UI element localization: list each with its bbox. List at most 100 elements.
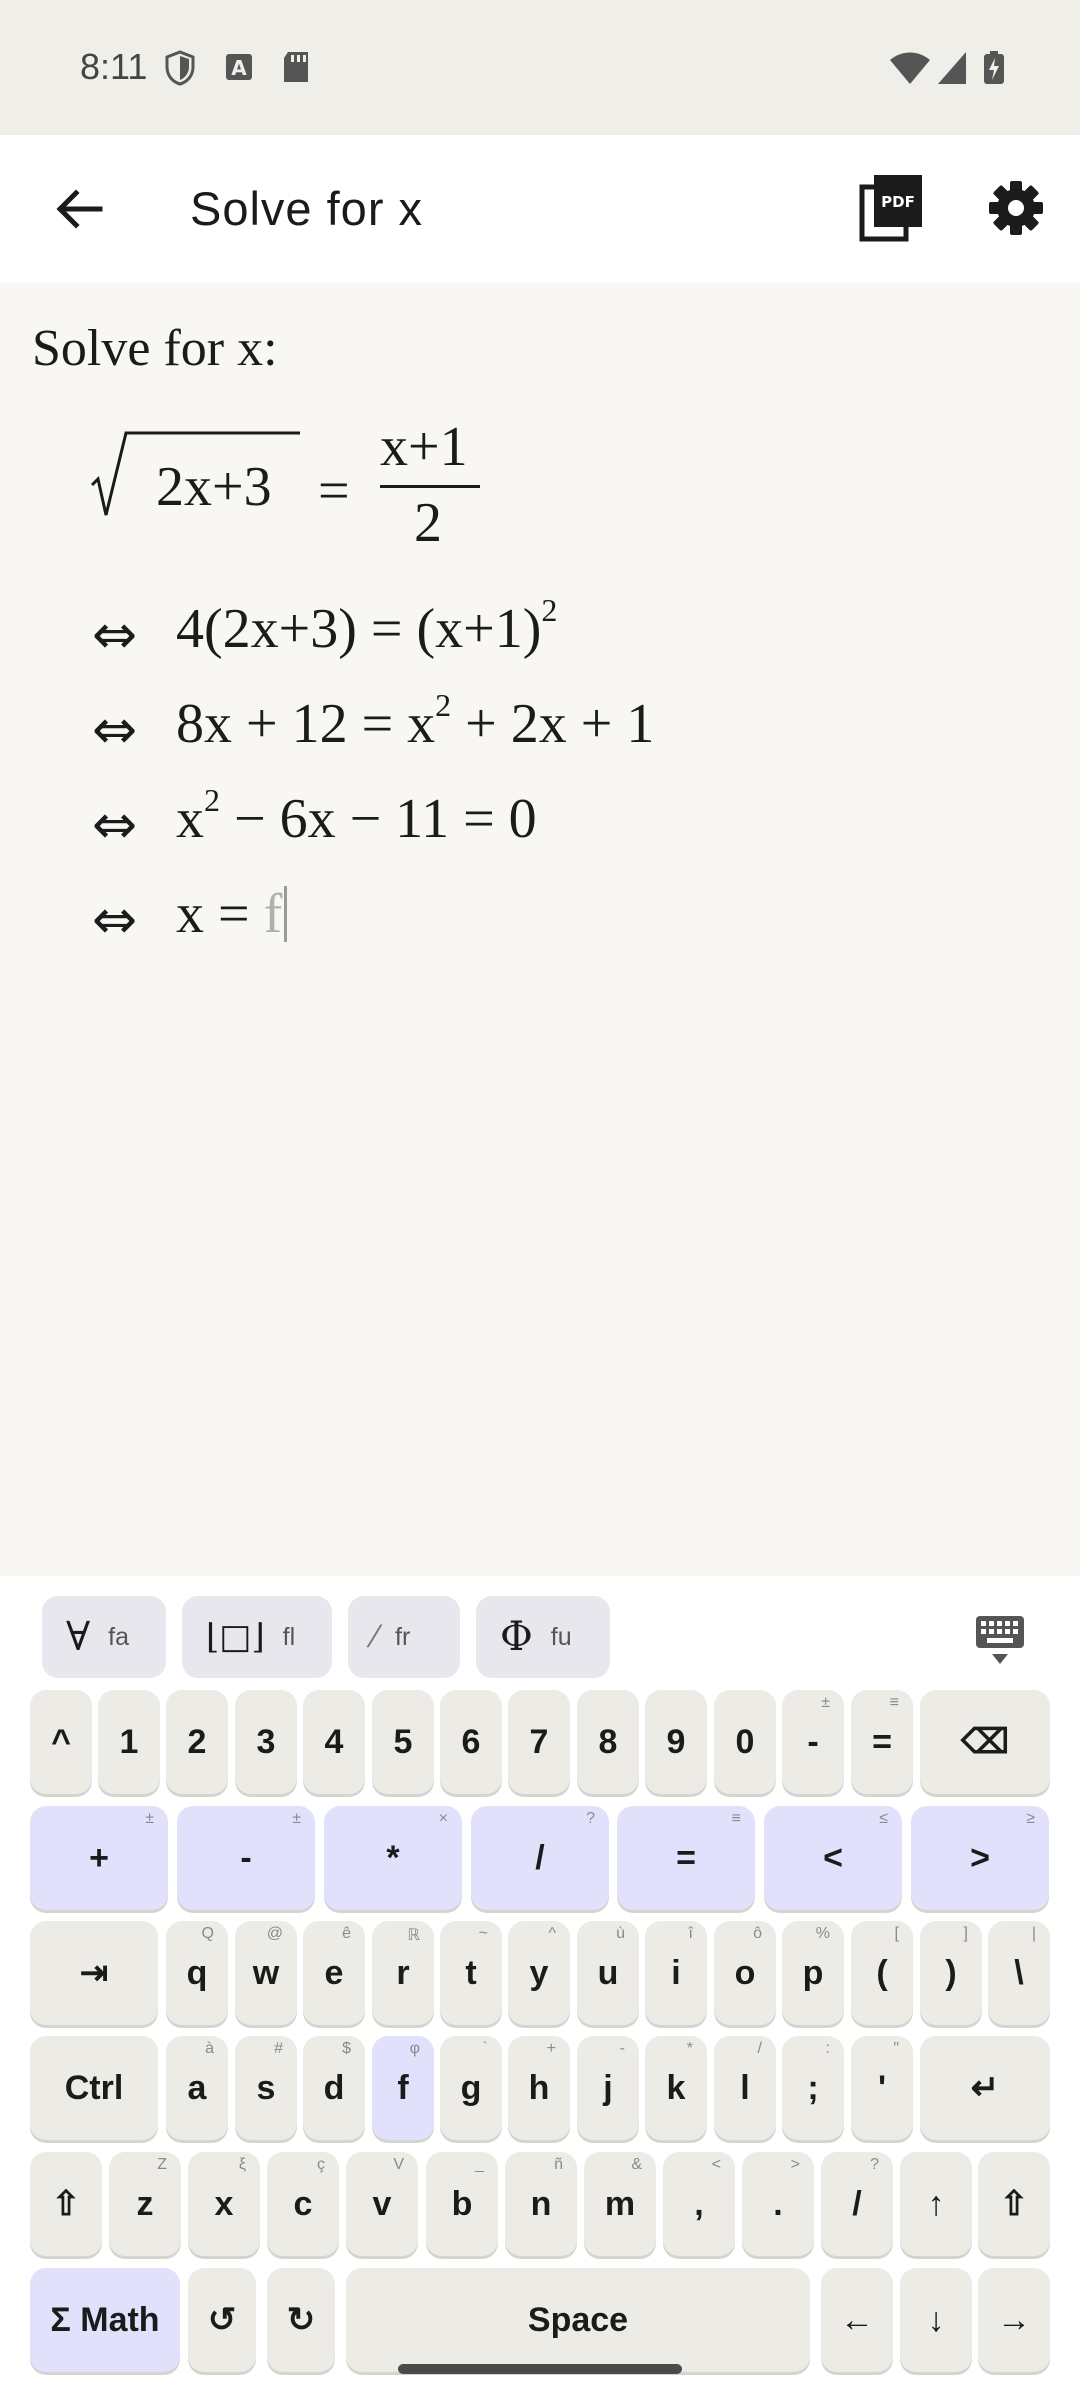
suggestion-function[interactable]: Φ fu <box>476 1596 610 1678</box>
key-row4-3[interactable]: d $ <box>303 2036 365 2140</box>
iff-symbol: ⇔ <box>92 888 138 951</box>
key-hint: ± <box>145 1810 154 1827</box>
undo-key[interactable]: ↺ <box>188 2268 256 2372</box>
back-button[interactable] <box>40 169 120 249</box>
key-row3-6[interactable]: y ^ <box>508 1921 570 2025</box>
key-row2-6[interactable]: > ≥ <box>911 1806 1049 1910</box>
shift-key[interactable]: ⇧ <box>30 2152 102 2256</box>
key-hint: > <box>790 2156 800 2173</box>
key-row3-12[interactable]: )] <box>920 1921 982 2025</box>
wifi-icon <box>890 52 930 84</box>
key-row4-2[interactable]: s # <box>235 2036 297 2140</box>
key-row2-0[interactable]: + ± <box>30 1806 168 1910</box>
key-row5-1[interactable]: zZ <box>109 2152 181 2256</box>
key-row1-2[interactable]: 2 <box>166 1690 228 1794</box>
key-label: l <box>740 2068 750 2107</box>
key-hint: ô <box>753 1925 762 1942</box>
key-row5-5[interactable]: b _ <box>426 2152 498 2256</box>
equation-line-5[interactable]: x = f <box>176 882 288 946</box>
math-editor[interactable]: Solve for x: 2x+3 = x+1 2 ⇔ 4(2x+3) = (x… <box>0 283 1080 1576</box>
arrow-up-key[interactable]: ↑ <box>900 2152 972 2256</box>
math-keyboard: ∀ fa ⌊□⌋ fl ⁄ fr Φ fu ^ 1 2 3 4 5 6 7 8 9 0- ± = ≡ ⌫ + ±… <box>0 1576 1080 2400</box>
key-row4-8[interactable]: k * <box>645 2036 707 2140</box>
key-row3-3[interactable]: eê <box>303 1921 365 2025</box>
enter-key[interactable]: ↵ <box>920 2036 1050 2140</box>
suggestion-fraction[interactable]: ⁄ fr <box>348 1596 460 1678</box>
shift-key[interactable]: ⇧ <box>978 2152 1050 2256</box>
hide-keyboard-button[interactable] <box>970 1612 1030 1668</box>
key-row2-2[interactable]: * × <box>324 1806 462 1910</box>
arrow-right-key[interactable]: → <box>978 2268 1050 2372</box>
key-row4-11[interactable]: ' " <box>851 2036 913 2140</box>
key-hint: Q <box>201 1925 214 1942</box>
key-row3-11[interactable]: ([ <box>851 1921 913 2025</box>
key-row1-10[interactable]: 0 <box>714 1690 776 1794</box>
key-row5-3[interactable]: cç <box>267 2152 339 2256</box>
key-row3-13[interactable]: \ | <box>988 1921 1050 2025</box>
key-row4-7[interactable]: j- <box>577 2036 639 2140</box>
floor-symbol: ⌊□⌋ <box>206 1617 265 1657</box>
key-row3-9[interactable]: oô <box>714 1921 776 2025</box>
key-row1-3[interactable]: 3 <box>235 1690 297 1794</box>
exponent: 2 <box>204 782 220 818</box>
key-row5-8[interactable]: , < <box>663 2152 735 2256</box>
key-label: 5 <box>393 1722 413 1761</box>
export-pdf-button[interactable]: PDF <box>852 165 932 251</box>
key-row1-0[interactable]: ^ <box>30 1690 92 1794</box>
key-row1-12[interactable]: = ≡ <box>851 1690 913 1794</box>
key-row5-4[interactable]: vV <box>346 2152 418 2256</box>
key-row4-10[interactable]: ;: <box>782 2036 844 2140</box>
home-indicator[interactable] <box>398 2364 682 2374</box>
key-row4-9[interactable]: l / <box>714 2036 776 2140</box>
key-row2-1[interactable]: - ± <box>177 1806 315 1910</box>
key-row3-7[interactable]: uù <box>577 1921 639 2025</box>
math-mode-key[interactable]: Σ Math <box>30 2268 180 2372</box>
key-row3-8[interactable]: iî <box>645 1921 707 2025</box>
key-row1-6[interactable]: 6 <box>440 1690 502 1794</box>
key-row1-4[interactable]: 4 <box>303 1690 365 1794</box>
key-hint: φ <box>409 2040 420 2057</box>
space-key[interactable]: Space <box>346 2268 810 2372</box>
key-row5-10[interactable]: /? <box>821 2152 893 2256</box>
key-row1-11[interactable]: - ± <box>782 1690 844 1794</box>
key-row3-5[interactable]: t ~ <box>440 1921 502 2025</box>
key-row3-4[interactable]: rℝ <box>372 1921 434 2025</box>
key-row2-4[interactable]: = ≡ <box>617 1806 755 1910</box>
key-row1-8[interactable]: 8 <box>577 1690 639 1794</box>
key-row4-1[interactable]: aà <box>166 2036 228 2140</box>
key-label: 7 <box>529 1722 549 1761</box>
key-row3-1[interactable]: qQ <box>166 1921 228 2025</box>
fraction-numerator: x+1 <box>380 416 468 478</box>
key-row2-5[interactable]: < ≤ <box>764 1806 902 1910</box>
equation-text: x <box>176 788 204 850</box>
key-row1-1[interactable]: 1 <box>98 1690 160 1794</box>
key-row4-4[interactable]: fφ <box>372 2036 434 2140</box>
key-row3-10[interactable]: p% <box>782 1921 844 2025</box>
key-row1-7[interactable]: 7 <box>508 1690 570 1794</box>
ctrl-key[interactable]: Ctrl <box>30 2036 158 2140</box>
key-row2-3[interactable]: /? <box>471 1806 609 1910</box>
key-row5-7[interactable]: m & <box>584 2152 656 2256</box>
arrow-left-key[interactable]: ← <box>821 2268 893 2372</box>
key-row5-2[interactable]: xξ <box>188 2152 260 2256</box>
redo-key[interactable]: ↻ <box>267 2268 335 2372</box>
key-label: ⇧ <box>999 2185 1029 2223</box>
key-row1-9[interactable]: 9 <box>645 1690 707 1794</box>
suggestion-floor[interactable]: ⌊□⌋ fl <box>182 1596 332 1678</box>
key-label: n <box>530 2184 552 2223</box>
key-row4-6[interactable]: h + <box>508 2036 570 2140</box>
suggestion-forall[interactable]: ∀ fa <box>42 1596 166 1678</box>
key-label: p <box>802 1953 824 1992</box>
key-label: + <box>89 1838 109 1877</box>
arrow-down-key[interactable]: ↓ <box>900 2268 972 2372</box>
settings-button[interactable] <box>976 165 1056 251</box>
key-row3-2[interactable]: w @ <box>235 1921 297 2025</box>
key-row4-5[interactable]: g ` <box>440 2036 502 2140</box>
text-a-icon: A <box>226 54 252 80</box>
backspace-key[interactable]: ⌫ <box>920 1690 1050 1794</box>
key-row5-9[interactable]: . > <box>742 2152 814 2256</box>
tab-key[interactable]: ⇥ <box>30 1921 158 2025</box>
equation-text: − 6x − 11 = 0 <box>220 788 537 850</box>
key-row5-6[interactable]: nñ <box>505 2152 577 2256</box>
key-row1-5[interactable]: 5 <box>372 1690 434 1794</box>
